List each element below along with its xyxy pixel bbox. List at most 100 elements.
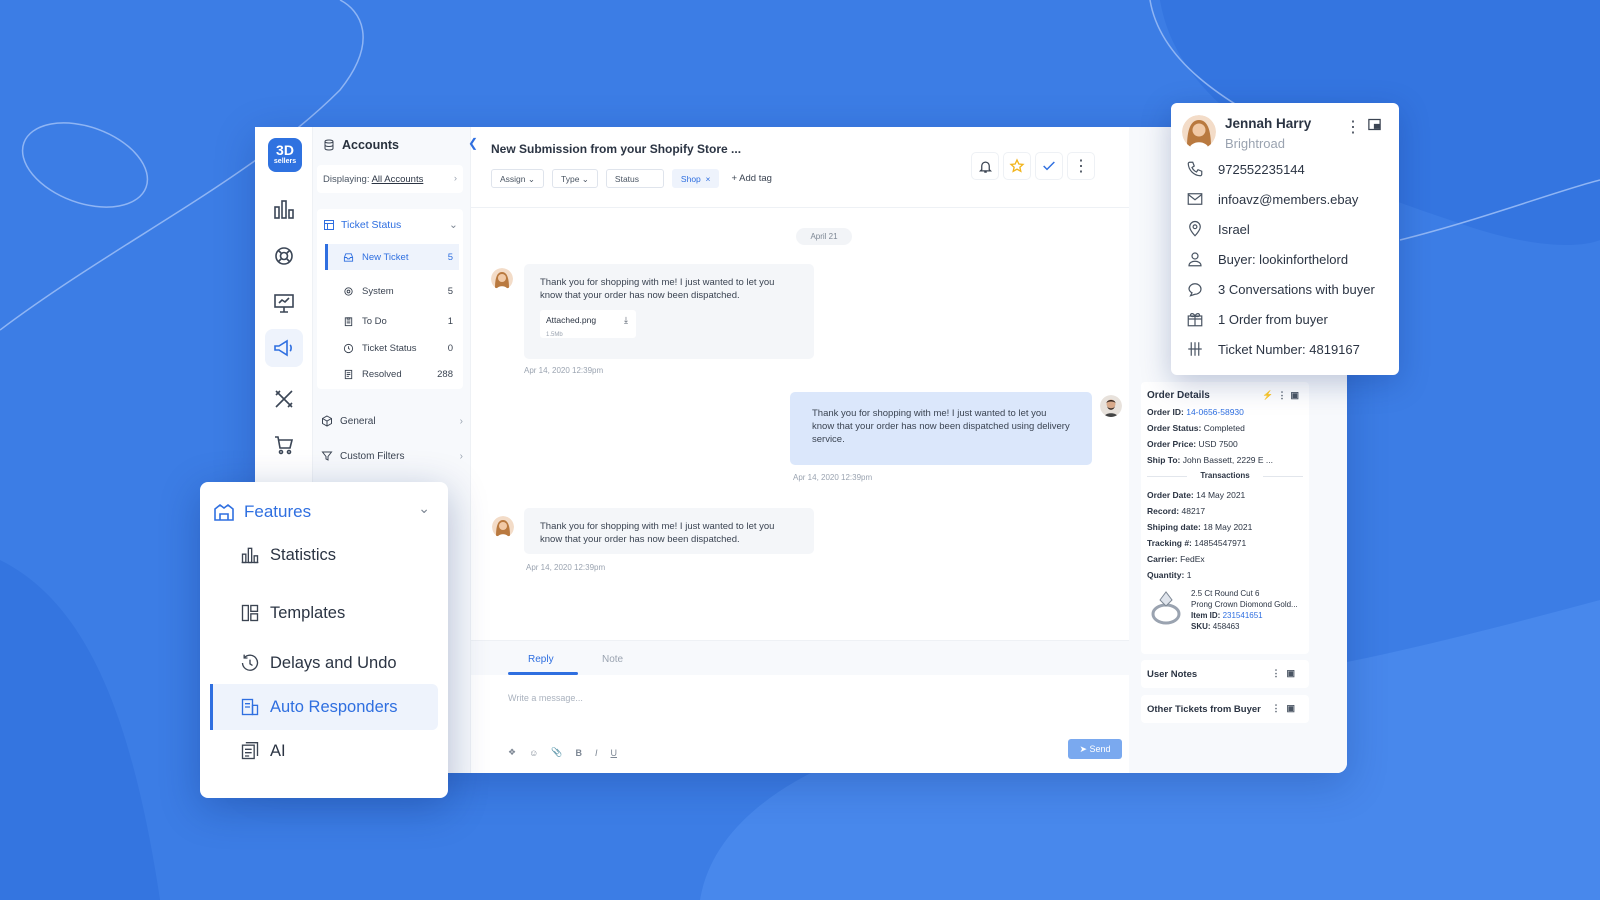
message-timestamp: Apr 14, 2020 12:39pm: [793, 473, 873, 482]
send-button[interactable]: ➤ Send: [1068, 739, 1122, 759]
shop-tag[interactable]: Shop ×: [671, 169, 720, 188]
orders-value[interactable]: 1 Order from buyer: [1218, 312, 1328, 327]
ticket-item-todo[interactable]: To Do 1: [325, 308, 459, 334]
type-dropdown[interactable]: Type ⌄: [552, 169, 598, 188]
conversations-value[interactable]: 3 Conversations with buyer: [1218, 282, 1375, 297]
email-value[interactable]: infoavz@members.ebay: [1218, 192, 1358, 207]
order-details-title: Order Details: [1147, 390, 1210, 401]
ticket-item-label: To Do: [362, 315, 387, 327]
phone-icon: [1187, 161, 1203, 177]
order-status-label: Order Status:: [1147, 423, 1202, 433]
close-icon[interactable]: ×: [706, 174, 711, 184]
cart-icon[interactable]: [272, 433, 296, 457]
logo-subtext: sellers: [273, 158, 297, 165]
tab-reply[interactable]: Reply: [528, 654, 554, 665]
tracking-value: 14854547971: [1194, 538, 1247, 548]
monitor-icon[interactable]: [272, 291, 296, 315]
custom-filters-section[interactable]: Custom Filters ›: [321, 450, 463, 462]
assign-label: Assign: [500, 174, 526, 184]
message-bubble-incoming: Thank you for shopping with me! I just w…: [524, 264, 814, 359]
user-notes-label: User Notes: [1147, 669, 1198, 680]
ring-product-image: [1151, 591, 1181, 625]
bold-button[interactable]: B: [576, 748, 583, 758]
section-actions-icons[interactable]: ⋮▣: [1271, 668, 1301, 679]
order-actions-icons[interactable]: ⚡⋮▣: [1262, 390, 1303, 401]
ticket-item-system[interactable]: System 5: [325, 278, 459, 304]
ticket-item-label: System: [362, 285, 394, 297]
picture-in-picture-icon[interactable]: [1367, 117, 1382, 137]
order-id-link[interactable]: 14-0656-58930: [1186, 407, 1244, 417]
message-input[interactable]: Write a message...: [508, 693, 583, 703]
tab-note[interactable]: Note: [602, 654, 623, 665]
phone-value[interactable]: 972552235144: [1218, 162, 1305, 177]
customer-avatar: [1182, 115, 1216, 149]
ticket-item-resolved[interactable]: Resolved 288: [325, 361, 459, 387]
add-tag-button[interactable]: + Add tag: [731, 173, 771, 184]
sku-row: SKU: 458463: [1191, 621, 1298, 632]
tracking-row: Tracking #: 14854547971: [1147, 538, 1303, 548]
attachment[interactable]: Attached.png 1.5Mb ⤓: [540, 310, 636, 338]
italic-button[interactable]: I: [595, 748, 598, 758]
carrier-value: FedEx: [1180, 554, 1205, 564]
message-bubble-incoming: Thank you for shopping with me! I just w…: [524, 508, 814, 554]
customer-company: Brightroad: [1225, 136, 1285, 151]
features-title: Features: [244, 502, 312, 521]
orders-row: 1 Order from buyer: [1186, 310, 1328, 328]
clipboard-icon: [344, 316, 353, 326]
emoji-icon[interactable]: ☺: [529, 748, 538, 758]
other-tickets-section[interactable]: Other Tickets from Buyer ⋮▣: [1141, 695, 1309, 723]
inbox-icon: [343, 252, 354, 262]
feature-delays-undo[interactable]: Delays and Undo: [210, 640, 438, 686]
tools-icon[interactable]: [272, 387, 296, 411]
ticket-item-label: Ticket Status: [362, 342, 417, 354]
record-row: Record: 48217: [1147, 506, 1303, 516]
ticket-status-header[interactable]: Ticket Status ⌄: [323, 219, 458, 231]
section-actions-icons[interactable]: ⋮▣: [1271, 703, 1301, 714]
underline-button[interactable]: U: [611, 748, 618, 758]
displaying-value[interactable]: All Accounts: [372, 174, 424, 185]
paperclip-icon[interactable]: 📎: [551, 747, 562, 758]
feature-label: Statistics: [270, 545, 337, 564]
ticket-item-new[interactable]: New Ticket 5: [325, 244, 459, 270]
bar-chart-icon[interactable]: [272, 197, 296, 221]
check-icon[interactable]: [1035, 152, 1063, 180]
more-options-icon[interactable]: ⋮: [1067, 152, 1095, 180]
location-row: Israel: [1186, 220, 1250, 238]
ticket-item-status[interactable]: Ticket Status 0: [325, 335, 459, 361]
general-section[interactable]: General ›: [321, 415, 463, 427]
item-id-link[interactable]: 231541651: [1223, 611, 1263, 620]
ticket-item-count: 5: [447, 285, 453, 297]
star-icon[interactable]: [1003, 152, 1031, 180]
account-selector[interactable]: Displaying: All Accounts ›: [317, 165, 463, 193]
order-price-value: USD 7500: [1198, 439, 1238, 449]
more-options-icon[interactable]: ⋮: [1345, 117, 1361, 137]
displaying-prefix: Displaying:: [323, 174, 370, 185]
feature-auto-responders[interactable]: Auto Responders: [210, 684, 438, 730]
feature-label: Templates: [270, 603, 346, 622]
location-value: Israel: [1218, 221, 1250, 237]
support-icon[interactable]: [272, 244, 296, 268]
chevron-down-icon[interactable]: ⌄: [418, 500, 430, 517]
buyer-row: Buyer: lookinforthelord: [1186, 250, 1348, 268]
download-icon[interactable]: ⤓: [624, 314, 628, 327]
message-bubble-outgoing: Thank you for shopping with me! I just w…: [790, 392, 1092, 465]
feature-templates[interactable]: Templates: [210, 590, 438, 636]
assign-dropdown[interactable]: Assign ⌄: [491, 169, 544, 188]
megaphone-icon[interactable]: [265, 329, 303, 367]
user-notes-section[interactable]: User Notes ⋮▣: [1141, 660, 1309, 688]
app-logo[interactable]: 3D sellers: [268, 138, 302, 172]
location-pin-icon: [1189, 220, 1201, 237]
features-header[interactable]: Features: [212, 500, 311, 524]
gift-box-icon: [1187, 313, 1203, 327]
table-icon: [324, 220, 334, 230]
other-tickets-label: Other Tickets from Buyer: [1147, 704, 1261, 715]
ticket-status-label: Ticket Status: [341, 219, 402, 231]
feature-statistics[interactable]: Statistics: [210, 532, 438, 578]
chat-bubble-icon: [1188, 283, 1202, 297]
feature-ai[interactable]: AI: [210, 728, 438, 774]
status-dropdown[interactable]: Status: [605, 169, 664, 188]
bell-icon[interactable]: [971, 152, 999, 180]
template-icon[interactable]: ❖: [508, 747, 516, 758]
shipping-date-row: Shiping date: 18 May 2021: [1147, 522, 1303, 532]
undo-timer-icon: [241, 654, 259, 671]
